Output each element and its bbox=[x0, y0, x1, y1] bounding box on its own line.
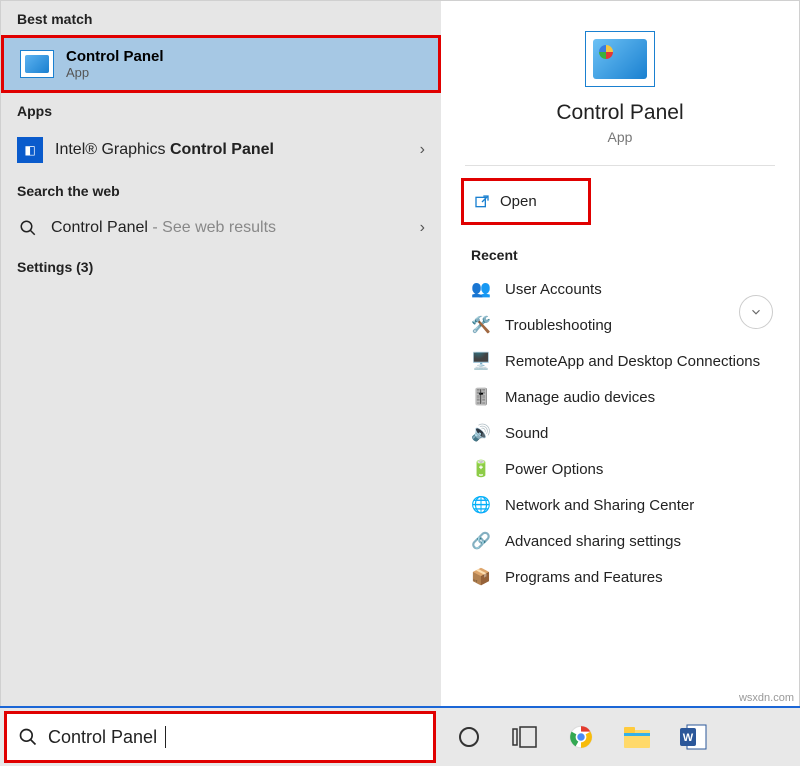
preview-hero: Control Panel App bbox=[465, 1, 775, 166]
intel-graphics-icon: ◧ bbox=[17, 137, 43, 163]
cortana-icon[interactable] bbox=[450, 718, 488, 756]
chevron-right-icon[interactable]: › bbox=[420, 141, 425, 159]
recent-item-programs[interactable]: 📦 Programs and Features bbox=[471, 559, 787, 595]
recent-item-label: Sound bbox=[505, 425, 548, 442]
svg-text:W: W bbox=[683, 732, 694, 744]
user-accounts-icon: 👥 bbox=[471, 279, 491, 299]
network-icon: 🌐 bbox=[471, 495, 491, 515]
recent-item-label: Network and Sharing Center bbox=[505, 497, 694, 514]
recent-item-label: Troubleshooting bbox=[505, 317, 612, 334]
search-input[interactable]: Control Panel bbox=[48, 727, 157, 748]
recent-item-audio[interactable]: 🎚️ Manage audio devices bbox=[471, 379, 787, 415]
recent-item-remoteapp[interactable]: 🖥️ RemoteApp and Desktop Connections bbox=[471, 343, 787, 379]
troubleshooting-icon: 🛠️ bbox=[471, 315, 491, 335]
results-panel: Best match Control Panel App Apps ◧ Inte… bbox=[1, 1, 441, 706]
sharing-icon: 🔗 bbox=[471, 531, 491, 551]
web-result-term: Control Panel bbox=[51, 219, 148, 236]
recent-item-sound[interactable]: 🔊 Sound bbox=[471, 415, 787, 451]
open-action[interactable]: Open bbox=[461, 178, 591, 225]
taskbar-icons: W bbox=[436, 718, 712, 756]
text-cursor bbox=[165, 726, 166, 748]
recent-item-power[interactable]: 🔋 Power Options bbox=[471, 451, 787, 487]
recent-item-network[interactable]: 🌐 Network and Sharing Center bbox=[471, 487, 787, 523]
word-icon[interactable]: W bbox=[674, 718, 712, 756]
programs-icon: 📦 bbox=[471, 567, 491, 587]
apps-result[interactable]: ◧ Intel® Graphics Control Panel › bbox=[1, 127, 441, 173]
apps-label: Apps bbox=[1, 93, 441, 127]
sound-icon: 🔊 bbox=[471, 423, 491, 443]
expand-button[interactable] bbox=[739, 295, 773, 329]
recent-item-label: Power Options bbox=[505, 461, 603, 478]
settings-label[interactable]: Settings (3) bbox=[1, 249, 441, 283]
recent-item-label: Programs and Features bbox=[505, 569, 663, 586]
task-view-icon[interactable] bbox=[506, 718, 544, 756]
preview-subtitle: App bbox=[465, 129, 775, 145]
file-explorer-icon[interactable] bbox=[618, 718, 656, 756]
apps-result-text: Intel® Graphics Control Panel bbox=[55, 141, 274, 159]
best-match-result[interactable]: Control Panel App bbox=[1, 35, 441, 93]
remoteapp-icon: 🖥️ bbox=[471, 351, 491, 371]
taskbar: Control Panel W bbox=[0, 706, 800, 766]
open-icon bbox=[474, 194, 490, 210]
chrome-icon[interactable] bbox=[562, 718, 600, 756]
recent-label: Recent bbox=[441, 229, 799, 271]
best-match-subtitle: App bbox=[66, 65, 164, 80]
control-panel-icon bbox=[585, 31, 655, 87]
preview-panel: Control Panel App Open Recent 👥 User Acco… bbox=[441, 1, 799, 706]
best-match-title: Control Panel bbox=[66, 48, 164, 65]
recent-item-label: RemoteApp and Desktop Connections bbox=[505, 353, 760, 370]
web-result-text: Control Panel - See web results bbox=[51, 219, 276, 237]
taskbar-search[interactable]: Control Panel bbox=[4, 711, 436, 763]
recent-item-sharing[interactable]: 🔗 Advanced sharing settings bbox=[471, 523, 787, 559]
control-panel-icon bbox=[20, 50, 54, 78]
apps-result-bold: Control Panel bbox=[170, 141, 274, 158]
watermark: wsxdn.com bbox=[739, 692, 794, 704]
search-icon bbox=[17, 217, 39, 239]
chevron-right-icon[interactable]: › bbox=[420, 219, 425, 237]
apps-result-prefix: Intel® Graphics bbox=[55, 141, 170, 158]
best-match-text: Control Panel App bbox=[66, 48, 164, 80]
recent-item-label: Manage audio devices bbox=[505, 389, 655, 406]
recent-item-label: User Accounts bbox=[505, 281, 602, 298]
preview-title: Control Panel bbox=[465, 101, 775, 125]
power-icon: 🔋 bbox=[471, 459, 491, 479]
search-flyout: Best match Control Panel App Apps ◧ Inte… bbox=[0, 0, 800, 706]
web-result-suffix: - See web results bbox=[148, 219, 276, 236]
web-label: Search the web bbox=[1, 173, 441, 207]
open-label: Open bbox=[500, 193, 537, 210]
best-match-label: Best match bbox=[1, 1, 441, 35]
audio-icon: 🎚️ bbox=[471, 387, 491, 407]
search-icon bbox=[18, 727, 38, 747]
recent-item-label: Advanced sharing settings bbox=[505, 533, 681, 550]
web-result[interactable]: Control Panel - See web results › bbox=[1, 207, 441, 249]
recent-item-user-accounts[interactable]: 👥 User Accounts bbox=[471, 271, 787, 307]
